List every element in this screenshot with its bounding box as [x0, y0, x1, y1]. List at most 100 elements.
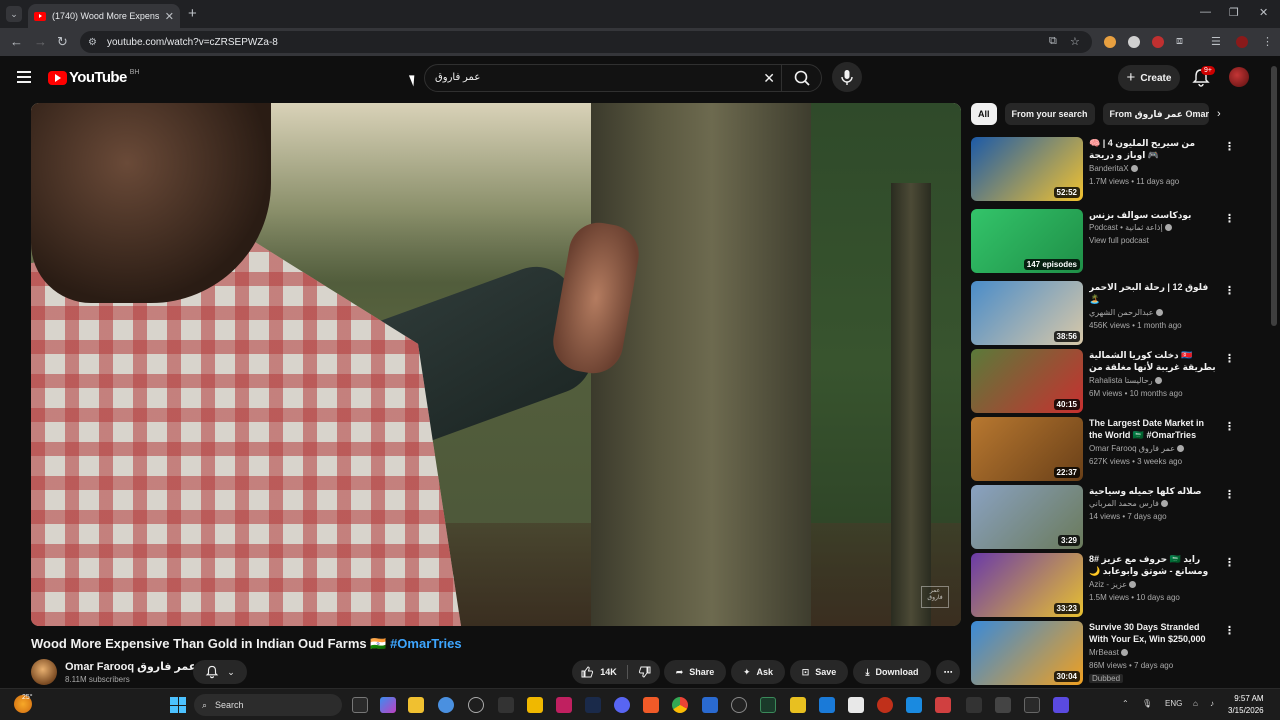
- chevron-right-icon[interactable]: ›: [1217, 108, 1221, 120]
- rockstar-icon[interactable]: [527, 697, 543, 713]
- app-icon[interactable]: [906, 697, 922, 713]
- brave-icon[interactable]: [643, 697, 659, 713]
- app-icon[interactable]: [966, 697, 982, 713]
- tray-overflow-icon[interactable]: ⌃: [1122, 699, 1129, 708]
- download-button[interactable]: ⤓ Download: [853, 660, 931, 684]
- restore-button[interactable]: ❐: [1229, 6, 1239, 19]
- more-vertical-icon[interactable]: ⋮: [1224, 624, 1235, 637]
- back-button[interactable]: ←: [10, 34, 23, 49]
- more-actions-button[interactable]: ⋯: [936, 660, 960, 684]
- search-input[interactable]: عمر فاروق: [435, 72, 480, 83]
- input-language[interactable]: ENG: [1165, 699, 1182, 708]
- menu-icon[interactable]: [17, 71, 31, 86]
- related-video-channel[interactable]: Rahalista رحاليستا: [1089, 376, 1164, 385]
- chip-all[interactable]: All: [971, 103, 997, 125]
- related-video-title[interactable]: Survive 30 Days Stranded With Your Ex, W…: [1089, 621, 1217, 645]
- chip-from-channel[interactable]: From عمر فاروق Omar Fa: [1102, 103, 1209, 125]
- microphone-tray-icon[interactable]: 🎙: [1142, 699, 1152, 708]
- related-video-item[interactable]: 147 episodes بودكاست سوالف بزنس Podcast • …: [971, 209, 1261, 273]
- related-video-channel[interactable]: Omar Farooq عمر فاروق: [1089, 444, 1186, 453]
- app-icon[interactable]: [468, 697, 484, 713]
- ask-button[interactable]: ✦ Ask: [731, 660, 785, 684]
- related-video-item[interactable]: 33:23 حروف مع عزيز #8 🇸🇦 رايد ومسانع - شو…: [971, 553, 1261, 617]
- youtube-logo[interactable]: YouTube BH: [48, 69, 139, 86]
- app-icon[interactable]: [702, 697, 718, 713]
- copilot-icon[interactable]: [380, 697, 396, 713]
- more-vertical-icon[interactable]: ⋮: [1224, 212, 1235, 225]
- app-icon[interactable]: [1053, 697, 1069, 713]
- bookmark-star-icon[interactable]: ☆: [1070, 35, 1080, 48]
- system-clock[interactable]: 9:57 AM 3/15/2026: [1228, 693, 1264, 717]
- chip-from-your-search[interactable]: From your search: [1004, 103, 1095, 125]
- channel-avatar[interactable]: [31, 659, 57, 685]
- settings-icon[interactable]: [438, 697, 454, 713]
- create-button[interactable]: + Create: [1118, 65, 1180, 91]
- youtube-app-icon[interactable]: [935, 697, 951, 713]
- terminal-icon[interactable]: [760, 697, 776, 713]
- reload-button[interactable]: ↻: [57, 34, 68, 50]
- app-icon[interactable]: [995, 697, 1011, 713]
- related-video-channel[interactable]: Podcast • إذاعة ثمانية: [1089, 223, 1174, 232]
- related-video-title[interactable]: The Largest Date Market in the World 🇸🇦 …: [1089, 417, 1217, 441]
- forward-button[interactable]: →: [34, 34, 47, 49]
- discord-icon[interactable]: [614, 697, 630, 713]
- video-thumbnail[interactable]: 40:15: [971, 349, 1083, 413]
- more-vertical-icon[interactable]: ⋮: [1224, 420, 1235, 433]
- page-scrollbar[interactable]: [1271, 60, 1277, 688]
- video-thumbnail[interactable]: 30:04: [971, 621, 1083, 685]
- related-video-title[interactable]: دخلت كوريا الشمالية 🇰🇵 بطريقة غريبة لأنه…: [1089, 349, 1217, 373]
- photos-icon[interactable]: [819, 697, 835, 713]
- browser-tab[interactable]: (1740) Wood More Expensive T ✕: [28, 4, 180, 28]
- browser-menu-icon[interactable]: ⋮: [1262, 35, 1273, 48]
- related-video-title[interactable]: حروف مع عزيز #8 🇸🇦 رايد ومسانع - شوتق وا…: [1089, 553, 1217, 577]
- address-bar[interactable]: ⚙ youtube.com/watch?v=cZRSEPWZa-8: [80, 31, 1092, 53]
- network-icon[interactable]: ⌂: [1193, 699, 1198, 708]
- extension-icon[interactable]: [1104, 36, 1116, 48]
- search-button[interactable]: [781, 64, 821, 92]
- channel-name[interactable]: Omar Farooq عمر فاروق: [65, 660, 210, 673]
- hashtag-link[interactable]: #OmarTries: [390, 636, 462, 651]
- related-video-title[interactable]: فلوق 12 | رحلة البحر الاحمر 🏝️: [1089, 281, 1217, 305]
- like-button[interactable]: 14K: [580, 665, 617, 679]
- scrollbar-thumb[interactable]: [1271, 66, 1277, 326]
- shield-extension-icon[interactable]: [1128, 36, 1140, 48]
- app-icon[interactable]: [556, 697, 572, 713]
- tab-search-button[interactable]: ⌄: [6, 6, 22, 22]
- related-video-item[interactable]: 38:56 فلوق 12 | رحلة البحر الاحمر 🏝️ عبدال…: [971, 281, 1261, 345]
- related-video-channel[interactable]: MrBeast: [1089, 648, 1130, 657]
- app-icon[interactable]: [790, 697, 806, 713]
- volume-icon[interactable]: ♪: [1210, 699, 1214, 708]
- related-video-title[interactable]: صلاله كلها جميله وسياحية: [1089, 485, 1217, 497]
- share-button[interactable]: ➦ Share: [664, 660, 726, 684]
- thumbs-down-icon[interactable]: [638, 665, 652, 679]
- task-view-icon[interactable]: [352, 697, 368, 713]
- epic-games-icon[interactable]: [498, 697, 514, 713]
- profile-avatar[interactable]: [1236, 36, 1248, 48]
- more-vertical-icon[interactable]: ⋮: [1224, 352, 1235, 365]
- related-video-title[interactable]: بودكاست سوالف بزنس: [1089, 209, 1217, 221]
- file-explorer-icon[interactable]: [408, 697, 424, 713]
- close-tab-icon[interactable]: ✕: [165, 10, 174, 23]
- related-video-item[interactable]: 52:52 🧠 من سيريح المليون 4 | اوباز و دريج…: [971, 137, 1261, 201]
- account-avatar[interactable]: [1229, 67, 1249, 87]
- video-thumbnail[interactable]: 33:23: [971, 553, 1083, 617]
- related-video-title[interactable]: 🧠 من سيريح المليون 4 | اوباز و دريجة 🎮: [1089, 137, 1217, 161]
- more-vertical-icon[interactable]: ⋮: [1224, 556, 1235, 569]
- video-player[interactable]: عمر فاروق: [31, 103, 961, 626]
- site-settings-icon[interactable]: ⚙: [88, 37, 97, 48]
- extensions-puzzle-icon[interactable]: ⧈: [1176, 35, 1183, 48]
- video-thumbnail[interactable]: 147 episodes: [971, 209, 1083, 273]
- search-box[interactable]: عمر فاروق ✕: [424, 64, 822, 92]
- related-video-item[interactable]: 40:15 دخلت كوريا الشمالية 🇰🇵 بطريقة غريبة…: [971, 349, 1261, 413]
- related-video-item[interactable]: 3:29 صلاله كلها جميله وسياحية فارس محمد ال…: [971, 485, 1261, 549]
- windows-start-icon[interactable]: [170, 697, 186, 713]
- chrome-icon[interactable]: [672, 697, 688, 713]
- related-video-channel[interactable]: فارس محمد المرباني: [1089, 499, 1170, 508]
- related-video-item[interactable]: 22:37 The Largest Date Market in the Worl…: [971, 417, 1261, 481]
- video-thumbnail[interactable]: 22:37: [971, 417, 1083, 481]
- close-window-button[interactable]: ✕: [1259, 6, 1268, 19]
- more-vertical-icon[interactable]: ⋮: [1224, 488, 1235, 501]
- clear-search-icon[interactable]: ✕: [763, 70, 775, 87]
- app-icon[interactable]: [877, 697, 893, 713]
- app-icon[interactable]: [848, 697, 864, 713]
